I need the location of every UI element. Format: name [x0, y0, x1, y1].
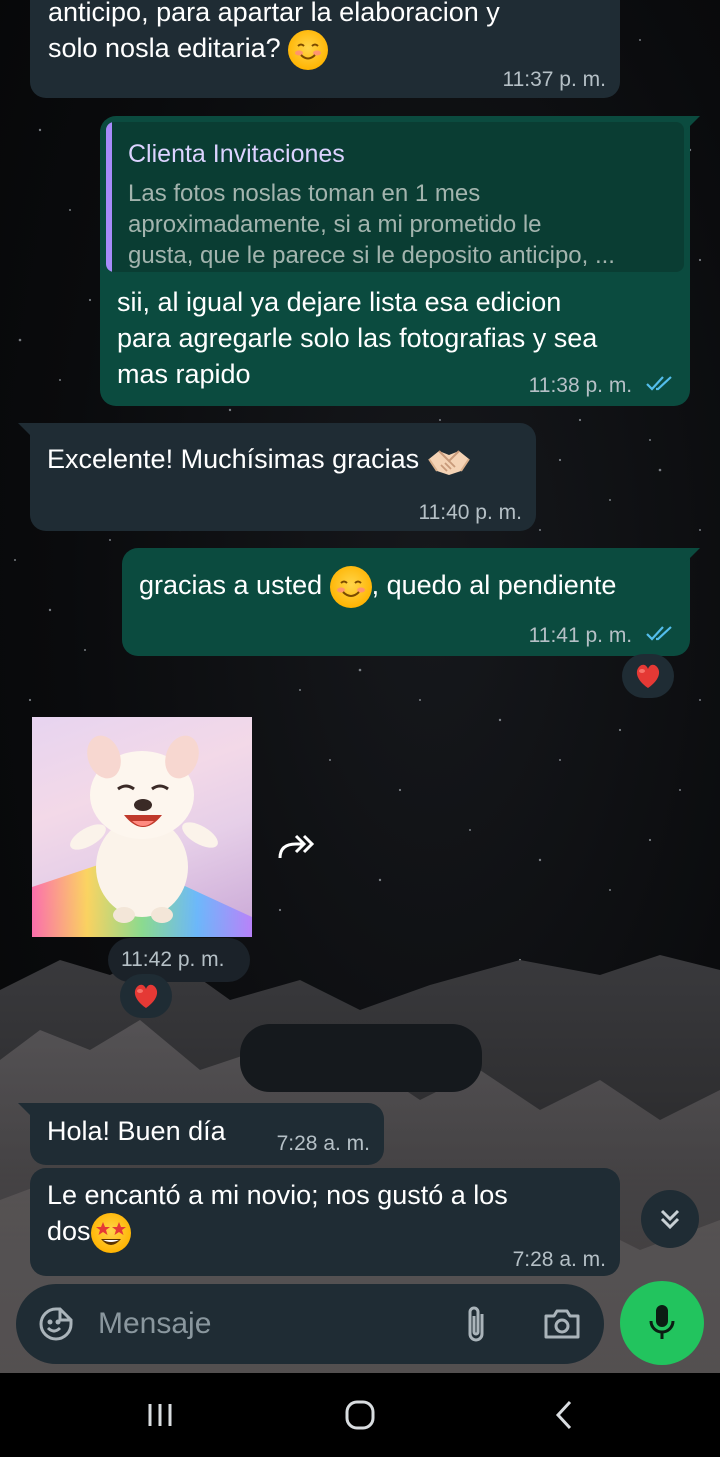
chat-screen: anticipo, para apartar la elaboracion y … [0, 0, 720, 1457]
forward-button[interactable] [268, 819, 324, 875]
read-ticks-icon [646, 374, 676, 398]
message-input[interactable]: Mensaje [98, 1307, 211, 1341]
camera-icon[interactable] [542, 1306, 582, 1342]
message-text: gracias a usted , quedo al pendiente [139, 566, 616, 608]
message-composer[interactable]: Mensaje [16, 1284, 604, 1364]
quote-author: Clienta Invitaciones [128, 140, 345, 168]
quote-accent-bar [106, 122, 112, 272]
reaction-badge[interactable] [622, 654, 674, 698]
message-text: anticipo, para apartar la elaboracion y … [48, 0, 500, 70]
sticker-icon[interactable] [38, 1306, 74, 1342]
message-time: 11:37 p. m. [502, 68, 606, 91]
read-ticks-icon [646, 624, 676, 648]
message-outgoing[interactable]: gracias a usted , quedo al pendiente 11:… [122, 548, 690, 656]
mic-icon [649, 1305, 675, 1339]
date-separator [240, 1024, 482, 1092]
message-time: 7:28 a. m. [276, 1132, 370, 1155]
sticker-message[interactable] [32, 717, 252, 937]
message-text: sii, al igual ya dejare lista esa edicio… [117, 287, 598, 389]
message-incoming[interactable]: Le encantó a mi novio; nos gustó a los d… [30, 1168, 620, 1276]
voice-record-button[interactable] [620, 1281, 704, 1365]
forward-icon [278, 834, 315, 859]
message-time: 11:38 p. m. [528, 374, 633, 397]
back-icon[interactable] [534, 1391, 594, 1439]
double-chevron-down-icon [660, 1209, 680, 1230]
message-time: 11:41 p. m. [528, 624, 633, 647]
smiling-face-icon [329, 566, 372, 608]
scroll-to-bottom-button[interactable] [641, 1190, 699, 1248]
recents-icon[interactable] [130, 1391, 190, 1439]
message-text: Le encantó a mi novio; nos gustó a los d… [47, 1177, 508, 1253]
handshake-icon [427, 441, 471, 481]
sticker-time-badge: 11:42 p. m. [108, 938, 250, 982]
smiling-face-icon [288, 30, 329, 70]
system-nav-bar [0, 1373, 720, 1457]
home-icon[interactable] [330, 1391, 390, 1439]
message-incoming[interactable]: Hola! Buen día 7:28 a. m. [30, 1103, 384, 1165]
red-heart-icon [134, 984, 158, 1008]
message-time: 11:42 p. m. [121, 948, 225, 971]
message-text: Excelente! Muchísimas gracias [47, 441, 471, 481]
red-heart-icon [636, 664, 660, 688]
quoted-message[interactable]: Clienta Invitaciones Las fotos noslas to… [106, 122, 684, 272]
message-incoming[interactable]: Excelente! Muchísimas gracias 11:40 p. m… [30, 423, 536, 531]
message-incoming[interactable]: anticipo, para apartar la elaboracion y … [30, 0, 620, 98]
quote-text: Las fotos noslas toman en 1 mes aproxima… [128, 180, 615, 269]
message-meta: 11:41 p. m. [529, 624, 676, 648]
message-outgoing[interactable]: Clienta Invitaciones Las fotos noslas to… [100, 116, 690, 406]
reaction-badge[interactable] [120, 974, 172, 1018]
bubble-tail [686, 116, 700, 130]
attach-icon[interactable] [462, 1304, 494, 1344]
message-time: 7:28 a. m. [512, 1248, 606, 1271]
star-struck-icon [90, 1213, 131, 1253]
message-time: 11:40 p. m. [418, 501, 522, 524]
message-text: Hola! Buen día [47, 1116, 226, 1146]
bubble-tail [686, 548, 700, 562]
message-meta: 11:38 p. m. [529, 374, 676, 398]
